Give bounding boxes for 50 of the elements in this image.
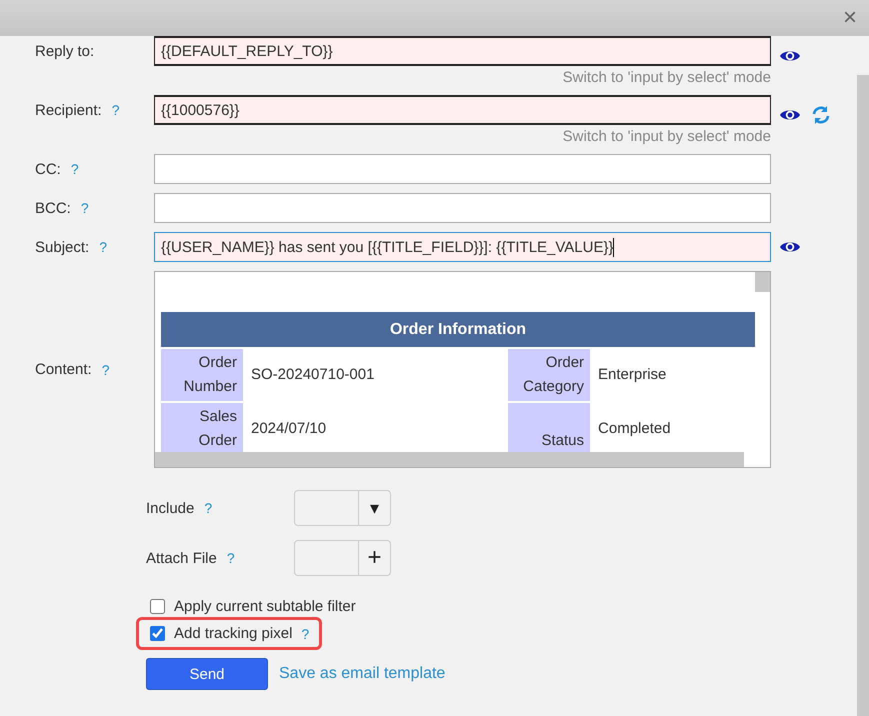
scrollbar-thumb[interactable] <box>155 452 744 467</box>
checkbox[interactable] <box>150 599 165 614</box>
refresh-icon[interactable] <box>811 105 831 125</box>
close-button[interactable]: × <box>838 6 861 30</box>
field-label: Content: <box>35 361 92 378</box>
help-icon[interactable]: ? <box>102 362 110 378</box>
help-icon[interactable]: ? <box>204 500 212 516</box>
field-label: Subject: <box>35 238 90 256</box>
help-icon[interactable]: ? <box>301 626 310 642</box>
field-label: Include <box>146 500 194 516</box>
help-icon[interactable]: ? <box>80 200 89 216</box>
field-label: CC: <box>35 160 61 178</box>
file-picker[interactable]: + <box>294 540 391 576</box>
field-label: Reply to: <box>35 42 94 60</box>
table-label: Sales Order <box>161 403 243 455</box>
scrollbar-thumb[interactable] <box>755 272 770 292</box>
table-cell-text: SO-20240710-001 <box>250 365 376 385</box>
include-dropdown[interactable]: ▾ <box>294 490 391 526</box>
field-value: {{1000576}} <box>161 102 240 118</box>
save-template-link[interactable]: Save as email template <box>279 665 446 683</box>
send-button[interactable]: Send <box>146 658 268 690</box>
input-field[interactable] <box>154 154 771 184</box>
field-label: BCC: <box>35 200 71 216</box>
input-field[interactable]: {{1000576}} <box>154 95 771 125</box>
help-icon[interactable]: ? <box>226 550 235 566</box>
table-label: Order Category <box>508 349 590 401</box>
scrollbar[interactable] <box>857 75 869 716</box>
checkbox[interactable] <box>150 626 165 641</box>
field-label: Recipient: <box>35 102 102 118</box>
table-label: Status <box>508 403 590 455</box>
mode-switch-link[interactable]: Switch to 'input by select' mode <box>154 69 771 86</box>
add-button[interactable]: + <box>358 541 390 575</box>
table-title: Order Information <box>161 312 755 347</box>
field-value: {{DEFAULT_REPLY_TO}} <box>161 42 333 60</box>
help-icon[interactable]: ? <box>99 239 107 255</box>
help-icon[interactable]: ? <box>70 161 79 177</box>
option-label: Add tracking pixel <box>174 625 292 642</box>
help-icon[interactable]: ? <box>112 102 120 118</box>
input-field[interactable]: {{DEFAULT_REPLY_TO}} <box>154 36 771 66</box>
mode-switch-link[interactable]: Switch to 'input by select' mode <box>154 128 771 145</box>
table-cell-text: Completed <box>597 419 672 439</box>
field-value: {{USER_NAME}} has sent you [{{TITLE_FIELD}}]: {{TITLE_VALUE}} <box>161 238 614 256</box>
field-label: Attach File <box>146 550 217 566</box>
table-label: Order Number <box>161 349 243 401</box>
dropdown-button[interactable]: ▾ <box>358 491 390 525</box>
table-cell-text: Enterprise <box>597 365 668 385</box>
input-field[interactable] <box>154 193 771 223</box>
option-label: Apply current subtable filter <box>174 598 356 615</box>
table-cell-text: 2024/07/10 <box>250 419 328 439</box>
input-field[interactable]: {{USER_NAME}} has sent you [{{TITLE_FIELD}}]: {{TITLE_VALUE}} <box>154 232 771 262</box>
